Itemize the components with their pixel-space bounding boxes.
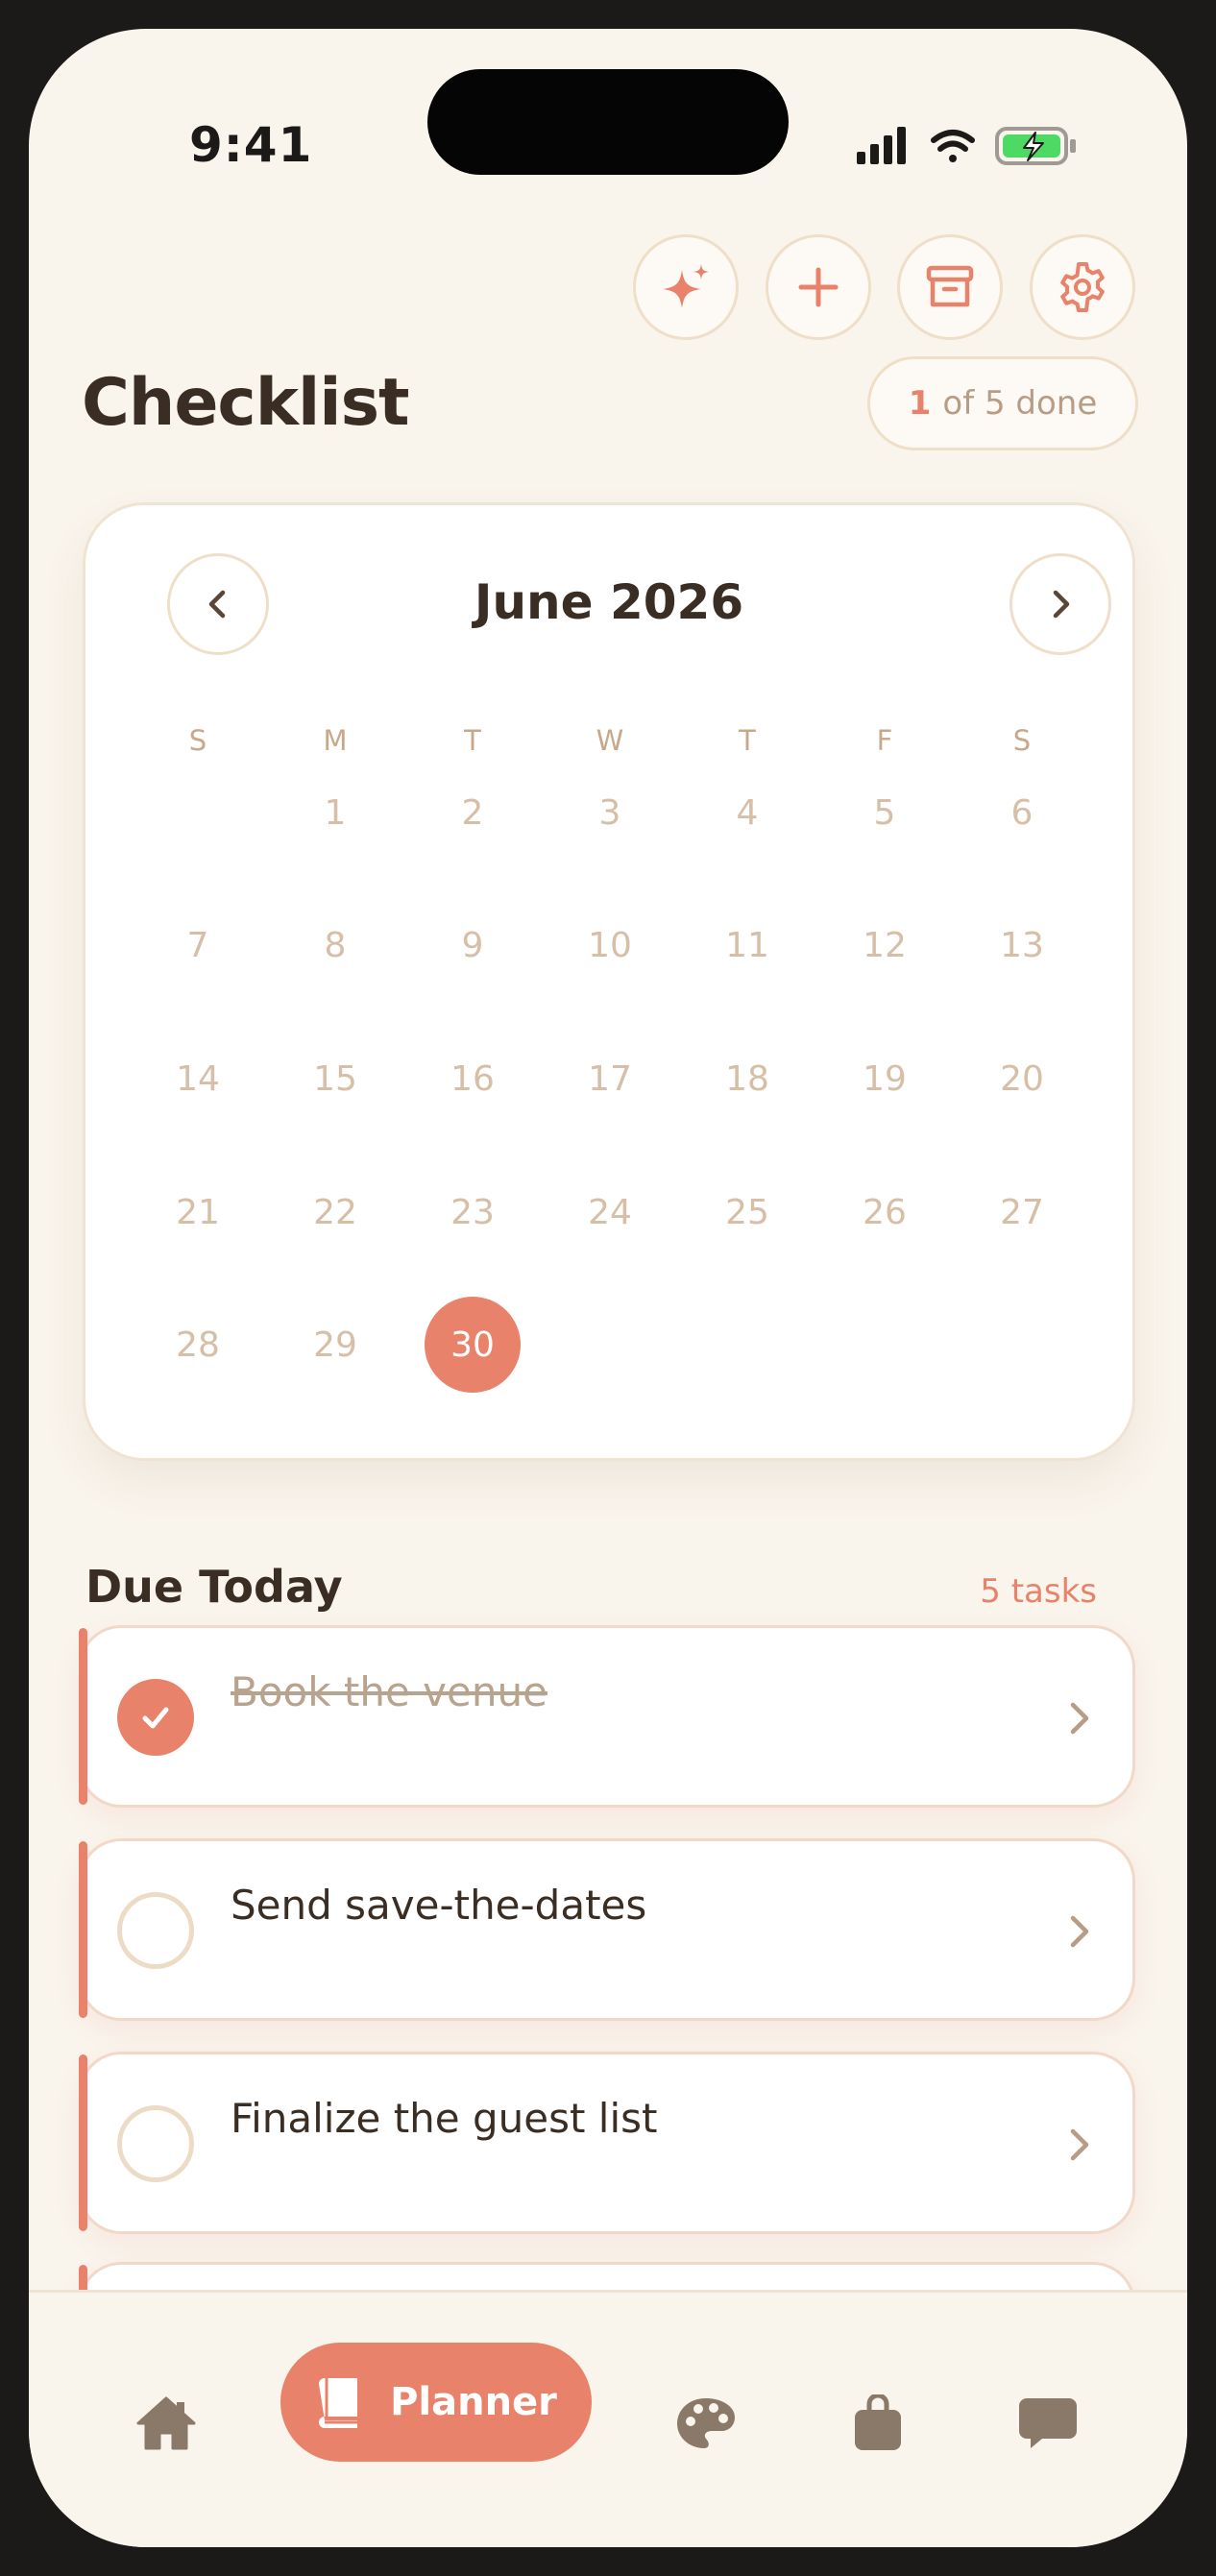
calendar-day[interactable]: 17 — [562, 1031, 658, 1127]
calendar-day[interactable]: 4 — [699, 765, 795, 861]
calendar-day[interactable]: 1 — [287, 765, 383, 861]
chevron-right-icon[interactable] — [1059, 1697, 1098, 1743]
done-count: 1 — [908, 384, 932, 423]
calendar-day[interactable]: 28 — [150, 1297, 246, 1393]
calendar-card: June 2026 SMTWTFS 1 2 3 4 5 6 7 8 9 10 11 12 13 14 15 1… — [83, 502, 1135, 1461]
calendar-day[interactable]: 9 — [425, 897, 521, 993]
task-checkbox[interactable] — [117, 2105, 194, 2182]
add-task-button[interactable] — [766, 234, 871, 340]
done-suffix: of 5 done — [942, 384, 1098, 423]
plus-icon — [798, 267, 839, 307]
archive-icon — [926, 265, 974, 307]
task-label: Send save-the-dates — [231, 1882, 647, 1929]
calendar-day-selected[interactable]: 30 — [425, 1297, 521, 1393]
calendar-day[interactable]: 5 — [837, 765, 933, 861]
calendar-day[interactable]: 15 — [287, 1031, 383, 1127]
weekday-label: S — [1012, 724, 1032, 757]
calendar-month-label: June 2026 — [474, 574, 744, 630]
calendar-day[interactable]: 29 — [287, 1297, 383, 1393]
nav-design[interactable] — [658, 2375, 754, 2471]
battery-icon — [995, 127, 1076, 165]
app-screen: 9:41 Checklist 1 of 5 done June 2026 S M… — [29, 29, 1187, 2547]
weekday-label: F — [876, 724, 893, 757]
nav-home[interactable] — [118, 2375, 214, 2471]
settings-button[interactable] — [1030, 234, 1135, 340]
task-label: Book the venue — [231, 1668, 547, 1715]
calendar-day[interactable]: 13 — [974, 897, 1070, 993]
next-month-button[interactable] — [1009, 553, 1111, 655]
task-label: Finalize the guest list — [231, 2095, 658, 2142]
calendar-day[interactable]: 7 — [150, 897, 246, 993]
weekday-label: T — [739, 724, 756, 757]
calendar-day[interactable]: 27 — [974, 1164, 1070, 1260]
status-time: 9:41 — [189, 117, 313, 173]
chat-icon — [1019, 2398, 1077, 2448]
calendar-day[interactable]: 18 — [699, 1031, 795, 1127]
calendar-day[interactable]: 11 — [699, 897, 795, 993]
calendar-day[interactable]: 10 — [562, 897, 658, 993]
calendar-day[interactable]: 25 — [699, 1164, 795, 1260]
book-icon — [319, 2378, 358, 2428]
calendar-day[interactable]: 23 — [425, 1164, 521, 1260]
task-card[interactable]: Finalize the guest list — [79, 2052, 1135, 2234]
gear-icon — [1060, 262, 1105, 312]
due-today-title: Due Today — [85, 1561, 343, 1613]
calendar-day[interactable]: 16 — [425, 1031, 521, 1127]
signal-icon — [857, 127, 906, 164]
page-title: Checklist — [82, 365, 410, 441]
nav-messages[interactable] — [1000, 2375, 1096, 2471]
calendar-day[interactable]: 20 — [974, 1031, 1070, 1127]
wifi-icon — [931, 130, 975, 162]
chevron-right-icon — [1053, 590, 1070, 619]
calendar-day[interactable]: 8 — [287, 897, 383, 993]
calendar-day[interactable]: 3 — [562, 765, 658, 861]
calendar-day[interactable]: 24 — [562, 1164, 658, 1260]
task-card[interactable]: Send save-the-dates — [79, 1838, 1135, 2021]
home-icon — [136, 2396, 196, 2450]
dynamic-island — [427, 69, 789, 175]
weekday-label: S — [188, 724, 207, 757]
calendar-day[interactable]: 22 — [287, 1164, 383, 1260]
archive-button[interactable] — [897, 234, 1003, 340]
nav-planner-label: Planner — [390, 2380, 557, 2424]
phone-frame: 9:41 Checklist 1 of 5 done June 2026 S M… — [0, 0, 1216, 2576]
progress-badge: 1 of 5 done — [867, 356, 1138, 450]
palette-icon — [677, 2398, 735, 2448]
calendar-day[interactable]: 19 — [837, 1031, 933, 1127]
calendar-day[interactable]: 2 — [425, 765, 521, 861]
task-checkbox[interactable] — [117, 1892, 194, 1969]
calendar-day[interactable]: 21 — [150, 1164, 246, 1260]
nav-planner[interactable]: Planner — [280, 2343, 592, 2462]
task-checkbox-checked[interactable] — [117, 1679, 194, 1756]
calendar-day[interactable]: 6 — [974, 765, 1070, 861]
ai-suggest-button[interactable] — [633, 234, 739, 340]
task-card[interactable]: Book the venue — [79, 1625, 1135, 1808]
calendar-day[interactable]: 26 — [837, 1164, 933, 1260]
nav-vendors[interactable] — [830, 2375, 926, 2471]
check-icon — [142, 1707, 169, 1729]
bottom-nav: Planner — [29, 2290, 1187, 2547]
calendar-day[interactable]: 14 — [150, 1031, 246, 1127]
calendar-day[interactable]: 12 — [837, 897, 933, 993]
weekday-label: T — [464, 724, 481, 757]
bag-icon — [855, 2394, 901, 2450]
sparkles-icon — [663, 264, 709, 308]
chevron-right-icon[interactable] — [1059, 2124, 1098, 2170]
weekday-label: W — [596, 724, 624, 757]
status-icons — [857, 125, 1126, 167]
chevron-right-icon[interactable] — [1059, 1910, 1098, 1956]
task-count: 5 tasks — [980, 1572, 1097, 1611]
weekday-label: M — [323, 724, 348, 757]
